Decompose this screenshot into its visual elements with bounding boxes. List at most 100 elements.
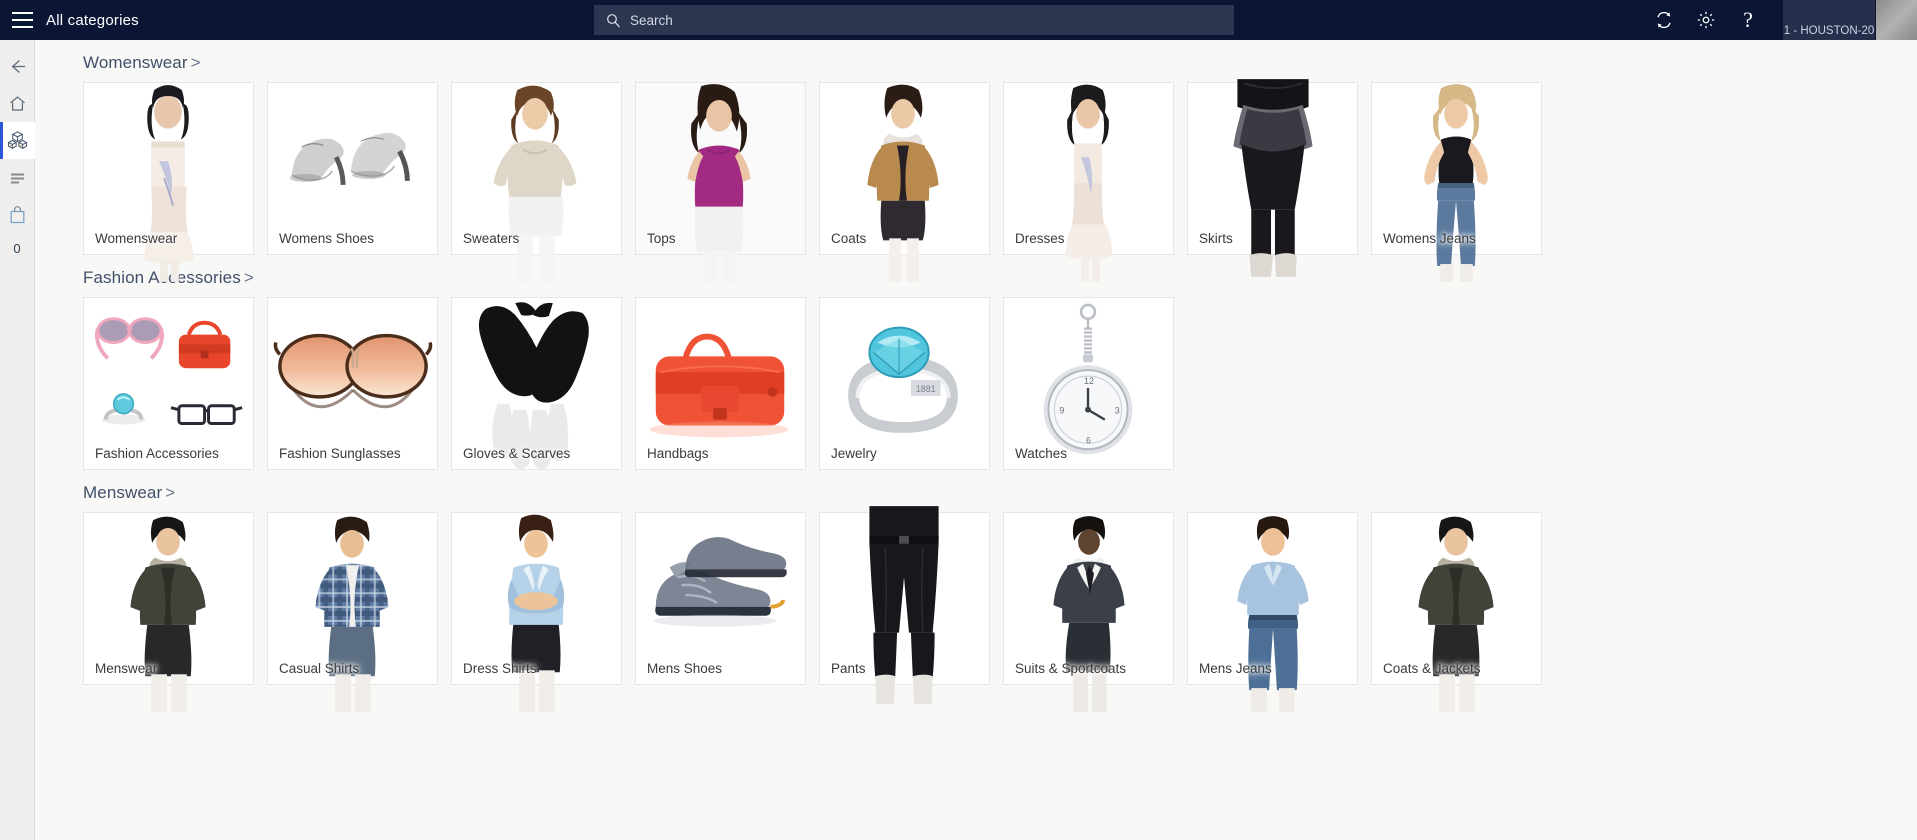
svg-text:9: 9 xyxy=(1059,406,1064,416)
tile-label: Jewelry xyxy=(831,446,877,461)
sidebar-item-home[interactable] xyxy=(0,85,35,122)
hamburger-line xyxy=(11,26,33,28)
tile-label: Menswear xyxy=(95,661,158,676)
tile-tops[interactable]: Tops xyxy=(635,82,806,282)
section-title: Womenswear xyxy=(83,53,188,72)
tile-casual-shirts[interactable]: Casual Shirts xyxy=(267,512,438,712)
main-content: Womenswear > Womenswear Womens Shoes Swe… xyxy=(35,40,1917,840)
arrow-left-icon xyxy=(11,60,25,73)
tile-row-womenswear: Womenswear Womens Shoes Sweaters Tops Co… xyxy=(35,79,1917,282)
section-header-womenswear[interactable]: Womenswear > xyxy=(35,40,1917,82)
tile-label: Womens Shoes xyxy=(279,231,375,246)
tile-row-fashion-accessories: Fashion Accessories Fashion Sunglasses G… xyxy=(35,297,1917,470)
tile-handbags[interactable]: Handbags xyxy=(635,297,806,470)
tile-label: Womens Jeans xyxy=(1383,231,1476,246)
cart-count: 0 xyxy=(13,240,21,256)
tile-label: Fashion Sunglasses xyxy=(279,446,401,461)
search-container[interactable] xyxy=(594,5,1234,35)
tile-mens-shoes[interactable]: Mens Shoes xyxy=(635,512,806,685)
app-title: All categories xyxy=(46,11,139,29)
tile-jewelry[interactable]: 1881 Jewelry xyxy=(819,297,990,470)
tile-label: Dresses xyxy=(1015,231,1065,246)
tile-image-woman-jeans xyxy=(1372,83,1541,282)
tile-pants[interactable]: Pants xyxy=(819,506,990,704)
tile-image-man-jacket xyxy=(84,513,253,712)
tile-image-gloves xyxy=(452,298,621,470)
tile-dress-shirts[interactable]: Dress Shirts xyxy=(451,512,622,712)
tile-label: Watches xyxy=(1015,446,1068,461)
svg-text:12: 12 xyxy=(1084,376,1094,386)
products-cubes-icon xyxy=(6,131,28,150)
tile-label: Fashion Accessories xyxy=(95,446,219,461)
tile-label: Dress Shirts xyxy=(463,661,537,676)
tile-label: Mens Jeans xyxy=(1199,661,1272,676)
section-title: Menswear xyxy=(83,483,163,502)
tile-mens-jeans[interactable]: Mens Jeans xyxy=(1187,512,1358,712)
tile-image-man-dressshirt xyxy=(452,513,621,712)
tile-fashion-sunglasses[interactable]: Fashion Sunglasses xyxy=(267,297,438,470)
tile-image-accessories-group xyxy=(84,298,253,469)
hamburger-line xyxy=(11,19,33,21)
refresh-icon[interactable] xyxy=(1643,0,1685,40)
sidebar-item-list[interactable] xyxy=(0,159,35,196)
search-input[interactable] xyxy=(594,5,1234,35)
tile-label: Casual Shirts xyxy=(279,661,360,676)
tile-image-man-suit xyxy=(1004,513,1173,712)
tile-image-man-pants xyxy=(820,506,989,704)
sidebar: 0 xyxy=(0,40,35,840)
body-container: 0 Womenswear > Womenswear Womens Shoes S… xyxy=(0,40,1917,840)
chevron-right-icon: > xyxy=(190,53,201,72)
tile-watches[interactable]: 12 3 6 9 Watches xyxy=(1003,297,1174,470)
hamburger-line xyxy=(11,12,33,14)
tile-label: Coats & Jackets xyxy=(1383,661,1481,676)
tile-row-menswear: Menswear Casual Shirts Dress Shirts Mens… xyxy=(35,506,1917,712)
tile-skirts[interactable]: Skirts xyxy=(1187,79,1358,277)
tile-image-man-jacket2 xyxy=(1372,513,1541,712)
tile-image-pocket-watch: 12 3 6 9 xyxy=(1004,298,1173,469)
tile-label: Tops xyxy=(647,231,676,246)
svg-text:6: 6 xyxy=(1086,435,1091,445)
tile-label: Sweaters xyxy=(463,231,520,246)
gear-icon[interactable] xyxy=(1685,0,1727,40)
tile-label: Suits & Sportcoats xyxy=(1015,661,1127,676)
user-avatar[interactable] xyxy=(1876,0,1917,40)
tile-menswear[interactable]: Menswear xyxy=(83,512,254,712)
tile-gloves-scarves[interactable]: Gloves & Scarves xyxy=(451,297,622,470)
tile-coats[interactable]: Coats xyxy=(819,82,990,282)
section-menswear: Menswear > Menswear Casual Shirts Dress … xyxy=(35,470,1917,712)
tile-dresses[interactable]: Dresses xyxy=(1003,82,1174,282)
tile-image-sneakers xyxy=(636,513,805,684)
tile-image-woman-top xyxy=(636,83,805,282)
tile-womens-shoes[interactable]: Womens Shoes xyxy=(267,82,438,255)
tile-image-man-plaid xyxy=(268,513,437,712)
tile-label: Womenswear xyxy=(95,231,178,246)
sidebar-item-products[interactable] xyxy=(0,122,35,159)
tile-sweaters[interactable]: Sweaters xyxy=(451,82,622,282)
tile-image-woman-dress xyxy=(84,83,253,282)
tile-image-woman-sweater xyxy=(452,83,621,282)
tile-image-woman-dress2 xyxy=(1004,83,1173,282)
tile-image-sunglasses xyxy=(268,298,437,469)
tile-label: Pants xyxy=(831,661,866,676)
list-lines-icon xyxy=(10,173,24,184)
tile-suits-sportcoats[interactable]: Suits & Sportcoats xyxy=(1003,512,1174,712)
svg-text:1881: 1881 xyxy=(916,384,936,394)
shopping-bag-icon xyxy=(10,205,24,223)
sidebar-item-cart[interactable] xyxy=(0,196,35,233)
section-womenswear: Womenswear > Womenswear Womens Shoes Swe… xyxy=(35,40,1917,282)
tile-image-woman-coat xyxy=(820,83,989,282)
help-icon[interactable]: ? xyxy=(1727,0,1769,40)
tile-womenswear[interactable]: Womenswear xyxy=(83,82,254,282)
hamburger-menu-icon[interactable] xyxy=(0,0,44,40)
tile-womens-jeans[interactable]: Womens Jeans xyxy=(1371,82,1542,282)
sidebar-item-back[interactable] xyxy=(0,48,35,85)
tile-image-man-jeans xyxy=(1188,513,1357,712)
tile-label: Handbags xyxy=(647,446,709,461)
tile-coats-jackets[interactable]: Coats & Jackets xyxy=(1371,512,1542,712)
home-icon xyxy=(9,96,25,111)
station-indicator[interactable]: 1 - HOUSTON-20 xyxy=(1783,0,1875,40)
tile-fashion-accessories[interactable]: Fashion Accessories xyxy=(83,297,254,470)
tile-image-woman-skirt xyxy=(1188,79,1357,277)
tile-label: Gloves & Scarves xyxy=(463,446,571,461)
tile-label: Skirts xyxy=(1199,231,1233,246)
